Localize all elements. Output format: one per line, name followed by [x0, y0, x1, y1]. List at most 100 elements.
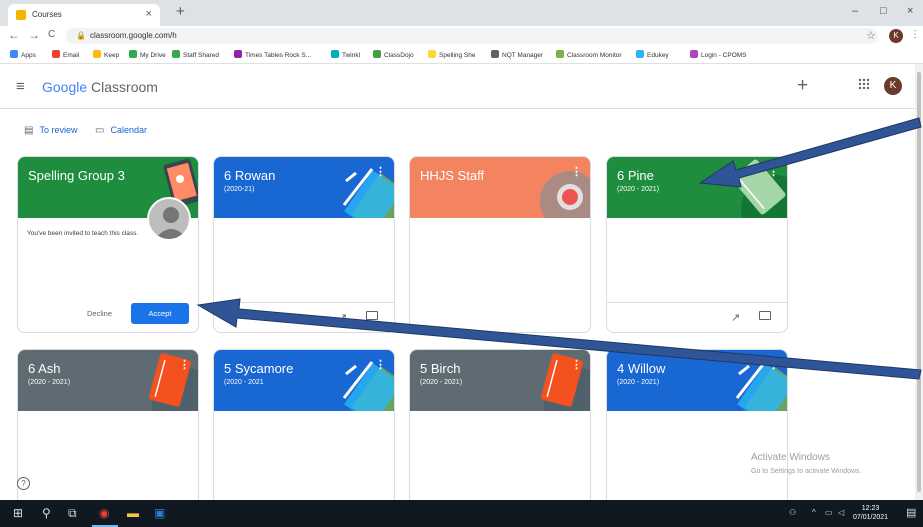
card-more-options-icon[interactable]: ⋮	[375, 358, 386, 371]
bookmark-star-icon[interactable]: ☆	[866, 29, 876, 42]
class-card[interactable]: Spelling Group 3 You've been invited to t…	[17, 156, 199, 333]
bookmark-item[interactable]: Spelling She	[428, 50, 476, 59]
bookmark-label: Email	[63, 52, 80, 59]
bookmark-favicon-icon	[129, 50, 137, 58]
class-section: (2020 - 2021)	[617, 186, 660, 193]
bookmark-label: NQT Manager	[502, 52, 544, 59]
class-title[interactable]: 5 Birch	[420, 361, 460, 376]
bookmark-label: Apps	[21, 52, 36, 59]
bookmark-item[interactable]: Keep	[93, 50, 119, 59]
google-classroom-logo[interactable]: Google Classroom	[42, 79, 158, 95]
class-card-header[interactable]: 5 Sycamore (2020 - 2021 ⋮	[214, 350, 394, 411]
class-card-header[interactable]: 5 Birch (2020 - 2021) ⋮	[410, 350, 590, 411]
help-icon[interactable]: ?	[17, 477, 30, 490]
card-more-options-icon[interactable]: ⋮	[768, 165, 779, 178]
minimize-button[interactable]: –	[852, 5, 858, 17]
bookmark-item[interactable]: Apps	[10, 50, 36, 59]
bookmark-item[interactable]: Times Tables Rock S...	[234, 50, 311, 59]
bookmark-item[interactable]: Edukey	[636, 50, 669, 59]
battery-icon[interactable]: ▭	[825, 508, 833, 517]
forward-button[interactable]: →	[28, 28, 40, 42]
class-section: (2020-21)	[224, 186, 255, 193]
folder-icon[interactable]	[366, 311, 378, 320]
decline-button[interactable]: Decline	[87, 309, 112, 318]
google-apps-icon[interactable]	[858, 77, 870, 93]
bookmark-label: Edukey	[647, 52, 669, 59]
subnav: ▤ To review ▭ Calendar	[0, 120, 915, 142]
browser-tab-courses[interactable]: Courses ×	[8, 4, 160, 26]
maximize-button[interactable]: □	[880, 5, 887, 17]
class-card[interactable]: HHJS Staff ⋮	[409, 156, 591, 333]
word-icon[interactable]: ▣	[154, 506, 165, 520]
bookmark-item[interactable]: Email	[52, 50, 79, 59]
bookmark-item[interactable]: NQT Manager	[491, 50, 543, 59]
bookmark-label: My Drive	[140, 52, 166, 59]
card-more-options-icon[interactable]: ⋮	[571, 165, 582, 178]
class-title[interactable]: 5 Sycamore	[224, 361, 293, 376]
browser-tab-strip: Courses × + – □ ×	[0, 0, 923, 26]
class-section: (2020 - 2021)	[420, 379, 463, 386]
bookmark-label: Classroom Monitor	[567, 52, 622, 59]
class-title[interactable]: 6 Pine	[617, 168, 654, 183]
class-section: (2020 - 2021	[224, 379, 264, 386]
bookmark-label: Spelling She	[439, 52, 476, 59]
class-card-header[interactable]: 4 Willow (2020 - 2021) ⋮	[607, 350, 787, 411]
tray-chevron-icon[interactable]: ^	[812, 508, 816, 517]
class-card-header[interactable]: 6 Rowan (2020-21) ⋮	[214, 157, 394, 218]
class-section: (2020 - 2021)	[28, 379, 71, 386]
profile-avatar[interactable]: K	[889, 29, 903, 43]
activate-windows-subtext: Go to Settings to activate Windows.	[751, 468, 862, 475]
gradebook-trend-icon[interactable]: ↗	[338, 311, 347, 324]
windows-start-icon[interactable]: ⊞	[13, 506, 23, 520]
class-title[interactable]: 6 Rowan	[224, 168, 275, 183]
class-card[interactable]: 6 Pine (2020 - 2021) ⋮ ↗	[606, 156, 788, 333]
to-review-link[interactable]: ▤ To review	[24, 125, 77, 136]
bookmark-item[interactable]: Staff Shared	[172, 50, 219, 59]
reload-button[interactable]: C	[48, 29, 55, 40]
bookmark-item[interactable]: ClassDojo	[373, 50, 414, 59]
card-more-options-icon[interactable]: ⋮	[571, 358, 582, 371]
folder-icon[interactable]	[759, 311, 771, 320]
browser-menu-icon[interactable]: ⋮	[910, 29, 920, 40]
accept-button[interactable]: Accept	[131, 303, 189, 324]
bookmark-item[interactable]: Login - CPOMS	[690, 50, 747, 59]
class-card[interactable]: 6 Rowan (2020-21) ⋮ ↗	[213, 156, 395, 333]
add-class-button[interactable]: +	[797, 75, 808, 97]
bookmark-item[interactable]: My Drive	[129, 50, 166, 59]
volume-icon[interactable]: ◁	[838, 508, 844, 517]
bookmark-item[interactable]: Classroom Monitor	[556, 50, 622, 59]
chrome-icon[interactable]: ◉	[99, 506, 109, 520]
bookmarks-bar: Apps Email Keep My Drive Staff Shared Times T…	[0, 46, 923, 64]
card-more-options-icon[interactable]: ⋮	[375, 165, 386, 178]
notifications-icon[interactable]: ▤	[906, 506, 916, 519]
class-card-header[interactable]: HHJS Staff ⋮	[410, 157, 590, 218]
gradebook-trend-icon[interactable]: ↗	[731, 311, 740, 324]
file-explorer-icon[interactable]: ▬	[127, 506, 139, 520]
search-icon[interactable]: ⚲	[42, 506, 51, 520]
window-close-button[interactable]: ×	[907, 5, 913, 17]
task-view-icon[interactable]: ⧉	[68, 506, 77, 521]
back-button[interactable]: ←	[8, 28, 20, 42]
card-more-options-icon[interactable]: ⋮	[768, 358, 779, 371]
bookmark-favicon-icon	[234, 50, 242, 58]
class-card-header[interactable]: 6 Ash (2020 - 2021) ⋮	[18, 350, 198, 411]
class-title[interactable]: 6 Ash	[28, 361, 61, 376]
address-bar[interactable]: 🔒 classroom.google.com/h	[66, 28, 878, 44]
class-title[interactable]: HHJS Staff	[420, 168, 484, 183]
class-card-header[interactable]: 6 Pine (2020 - 2021) ⋮	[607, 157, 787, 218]
bookmark-favicon-icon	[636, 50, 644, 58]
calendar-link[interactable]: ▭ Calendar	[95, 125, 147, 136]
tab-close-icon[interactable]: ×	[146, 8, 152, 20]
bookmark-item[interactable]: Twinkl	[331, 50, 360, 59]
new-tab-button[interactable]: +	[176, 3, 185, 20]
card-more-options-icon[interactable]: ⋮	[179, 358, 190, 371]
class-title[interactable]: Spelling Group 3	[28, 168, 125, 183]
bookmark-favicon-icon	[373, 50, 381, 58]
bookmark-label: Login - CPOMS	[701, 52, 747, 59]
account-avatar[interactable]: K	[884, 77, 902, 95]
main-menu-icon[interactable]: ≡	[16, 78, 25, 95]
scrollbar-thumb[interactable]	[917, 72, 921, 492]
clock[interactable]: 12:23 07/01/2021	[853, 504, 888, 522]
class-title[interactable]: 4 Willow	[617, 361, 665, 376]
people-icon[interactable]: ⚇	[789, 508, 796, 517]
